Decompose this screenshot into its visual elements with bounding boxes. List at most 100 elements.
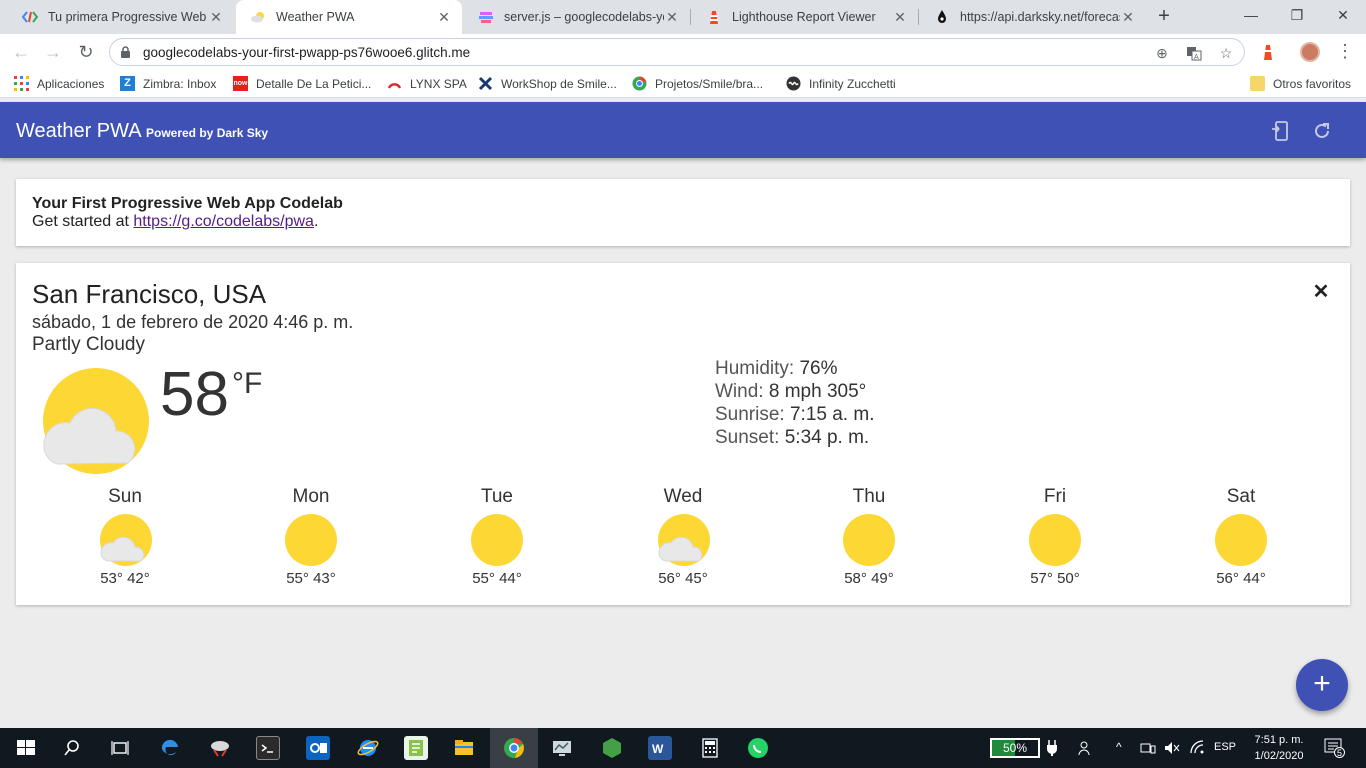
refresh-icon[interactable] <box>1311 120 1333 142</box>
notepad-plus-icon[interactable] <box>404 736 428 760</box>
chevron-up-icon[interactable]: ^ <box>1116 740 1122 754</box>
close-window-button[interactable]: ✕ <box>1320 0 1366 34</box>
sunset-row: Sunset: 5:34 p. m. <box>715 426 874 449</box>
partly-cloudy-icon <box>36 367 152 475</box>
partly-cloudy-icon <box>97 513 153 569</box>
intro-card: Your First Progressive Web App Codelab G… <box>16 179 1350 246</box>
system-clock[interactable]: 7:51 p. m. 1/02/2020 <box>1248 732 1310 764</box>
people-icon[interactable] <box>1078 740 1094 759</box>
tab-close-icon[interactable]: ✕ <box>892 9 908 26</box>
bookmark-workshop[interactable]: WorkShop de Smile... <box>478 76 617 91</box>
browser-toolbar: ← → ↻ googlecodelabs-your-first-pwapp-ps… <box>0 34 1366 70</box>
tab-close-icon[interactable]: ✕ <box>436 9 452 26</box>
translate-icon[interactable]: A <box>1186 45 1202 61</box>
devices-icon[interactable] <box>1140 740 1156 759</box>
bookmark-label: Detalle De La Petici... <box>256 76 372 91</box>
apps-grid-icon <box>14 76 29 91</box>
tab-close-icon[interactable]: ✕ <box>208 9 224 26</box>
remove-city-button[interactable]: ✕ <box>1312 282 1330 302</box>
lighthouse-icon <box>706 9 722 25</box>
current-temperature: 58 <box>160 360 229 429</box>
back-arrow-icon[interactable]: ← <box>8 39 34 65</box>
tab-close-icon[interactable]: ✕ <box>1120 9 1136 26</box>
speaker-muted-icon[interactable] <box>1164 740 1180 759</box>
outlook-icon[interactable] <box>306 736 330 760</box>
tab-close-icon[interactable]: ✕ <box>664 9 680 26</box>
intro-text: Get started at https://g.co/codelabs/pwa… <box>32 213 318 231</box>
weather-card: San Francisco, USA sábado, 1 de febrero … <box>16 263 1350 605</box>
more-menu-icon[interactable]: ⋮ <box>1336 40 1354 64</box>
bookmark-star-icon[interactable]: ☆ <box>1218 45 1234 61</box>
minimize-button[interactable]: — <box>1228 0 1274 34</box>
svg-text:W: W <box>652 742 664 756</box>
humidity-label: Humidity: <box>715 358 795 379</box>
sun-icon <box>469 513 525 569</box>
tab-darksky-api[interactable]: https://api.darksky.net/forecast ✕ <box>920 0 1146 34</box>
tab-lighthouse[interactable]: Lighthouse Report Viewer ✕ <box>692 0 918 34</box>
cloud-icon <box>250 9 266 25</box>
terminal-icon[interactable] <box>256 736 280 760</box>
clock-date: 1/02/2020 <box>1254 750 1304 762</box>
reload-icon[interactable]: ↻ <box>73 39 99 65</box>
nodejs-icon[interactable] <box>600 736 624 760</box>
day-name: Wed <box>663 486 703 507</box>
darksky-icon <box>934 9 950 25</box>
svg-text:A: A <box>1194 54 1199 61</box>
calculator-icon[interactable] <box>698 736 722 760</box>
task-view-icon[interactable] <box>108 736 132 760</box>
windows-start-icon[interactable] <box>14 736 38 760</box>
codelab-link[interactable]: https://g.co/codelabs/pwa <box>133 213 314 230</box>
day-name: Mon <box>292 486 330 507</box>
forecast-day: Tue 55° 44° <box>437 486 557 587</box>
wind-value: 8 mph 305° <box>768 381 867 402</box>
x-icon <box>478 76 493 91</box>
tab-title: https://api.darksky.net/forecast <box>960 10 1120 24</box>
bookmark-projetos[interactable]: Projetos/Smile/bra... <box>632 76 763 91</box>
bookmark-label: Infinity Zucchetti <box>809 76 896 91</box>
bookmark-lynx[interactable]: LYNX SPA <box>387 76 467 91</box>
bookmark-apps[interactable]: Aplicaciones <box>14 76 104 91</box>
new-tab-button[interactable]: + <box>1152 5 1176 29</box>
forecast-day: Sat 56° 44° <box>1181 486 1301 587</box>
monitor-app-icon[interactable] <box>550 736 574 760</box>
whatsapp-icon[interactable] <box>746 736 770 760</box>
bookmark-detalle[interactable]: now Detalle De La Petici... <box>233 76 371 91</box>
wifi-icon[interactable] <box>1190 740 1206 759</box>
day-name: Sat <box>1226 486 1256 507</box>
notifications-icon[interactable]: 5 <box>1322 738 1346 760</box>
profile-avatar[interactable] <box>1300 42 1320 62</box>
forward-arrow-icon[interactable]: → <box>40 39 66 65</box>
bookmark-zimbra[interactable]: Z Zimbra: Inbox <box>120 76 216 91</box>
network-tool-icon[interactable] <box>208 736 232 760</box>
now-icon: now <box>233 76 248 91</box>
forecast-day: Thu 58° 49° <box>809 486 929 587</box>
notification-count: 5 <box>1334 747 1345 758</box>
tab-weather-pwa[interactable]: Weather PWA ✕ <box>236 0 462 34</box>
search-icon[interactable] <box>60 736 84 760</box>
bookmark-infinity[interactable]: Infinity Zucchetti <box>786 76 896 91</box>
day-temps: 55° 44° <box>472 570 522 587</box>
language-indicator[interactable]: ESP <box>1214 741 1236 753</box>
sunset-label: Sunset: <box>715 427 780 448</box>
internet-explorer-icon[interactable] <box>356 736 380 760</box>
humidity-row: Humidity: 76% <box>715 357 874 380</box>
address-bar[interactable]: googlecodelabs-your-first-pwapp-ps76wooe… <box>109 38 1245 66</box>
chrome-taskbar-icon[interactable] <box>502 736 526 760</box>
maximize-button[interactable]: ❐ <box>1274 0 1320 34</box>
edge-icon[interactable] <box>158 736 182 760</box>
battery-indicator[interactable]: 50% <box>990 738 1040 758</box>
word-icon[interactable]: W <box>648 736 672 760</box>
tab-codelab[interactable]: Tu primera Progressive Web App ✕ <box>8 0 234 34</box>
install-app-icon[interactable]: ⊕ <box>1154 45 1170 61</box>
day-temps: 53° 42° <box>100 570 150 587</box>
city-name: San Francisco, USA <box>32 279 267 309</box>
bookmark-label: LYNX SPA <box>410 76 467 91</box>
tab-separator <box>690 9 691 25</box>
tab-server-js[interactable]: server.js – googlecodelabs-your-first-pw… <box>464 0 690 34</box>
lighthouse-extension-icon[interactable] <box>1258 42 1278 62</box>
file-explorer-icon[interactable] <box>452 736 476 760</box>
add-city-button[interactable]: + <box>1296 659 1348 711</box>
install-icon[interactable] <box>1270 120 1292 142</box>
infinity-icon <box>786 76 801 91</box>
other-bookmarks[interactable]: Otros favoritos <box>1250 76 1351 91</box>
